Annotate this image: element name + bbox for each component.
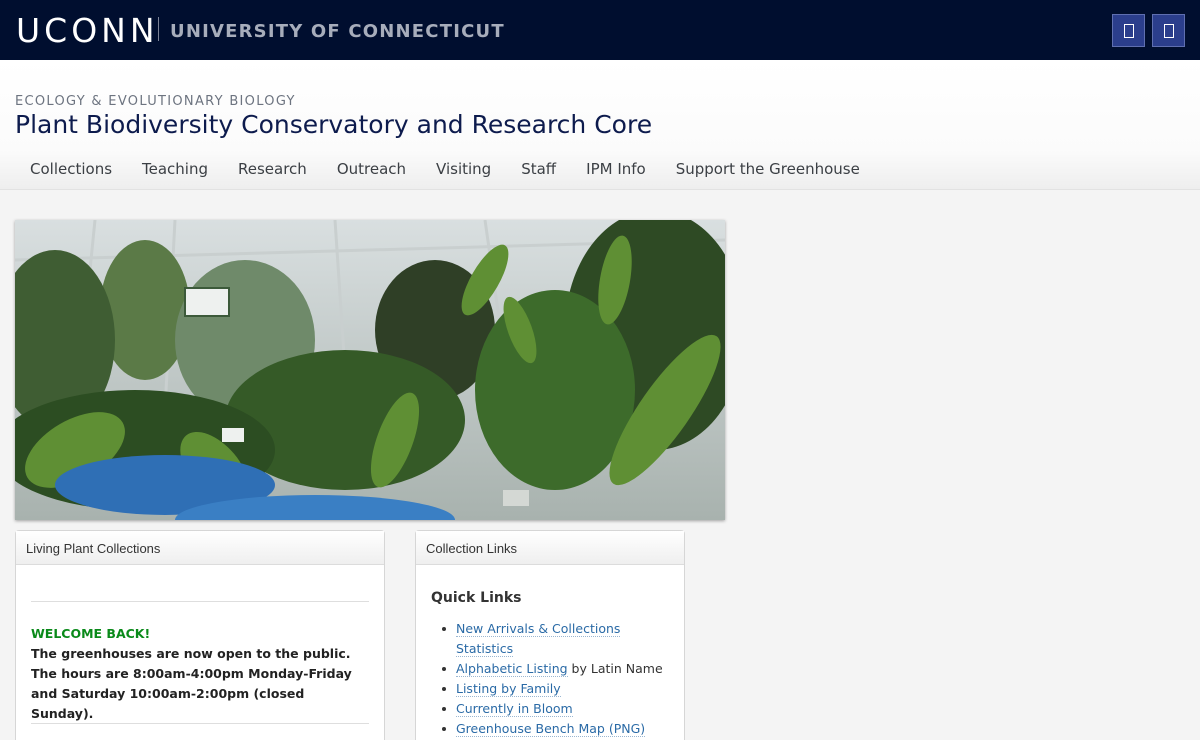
list-item: Greenhouse Bench Map (PNG) xyxy=(440,719,680,739)
quick-links-list: New Arrivals & Collections Statistics Al… xyxy=(440,619,680,739)
link-suffix: by Latin Name xyxy=(567,661,663,676)
search-icon xyxy=(1123,23,1134,38)
greenhouse-photo xyxy=(15,220,725,520)
site-title[interactable]: Plant Biodiversity Conservatory and Rese… xyxy=(15,110,652,139)
menu-icon xyxy=(1163,23,1174,38)
top-bar: UCONN UNIVERSITY OF CONNECTICUT xyxy=(0,0,1200,60)
university-name[interactable]: UNIVERSITY OF CONNECTICUT xyxy=(170,21,505,42)
main-nav: Collections Teaching Research Outreach V… xyxy=(15,158,875,180)
nav-support-greenhouse[interactable]: Support the Greenhouse xyxy=(661,158,875,180)
quick-links-title: Quick Links xyxy=(431,590,522,606)
link-listing-by-family[interactable]: Listing by Family xyxy=(456,681,561,697)
brand-divider xyxy=(158,17,159,41)
divider xyxy=(31,601,369,602)
nav-outreach[interactable]: Outreach xyxy=(322,158,421,180)
nav-ipm-info[interactable]: IPM Info xyxy=(571,158,661,180)
list-item: Alphabetic Listing by Latin Name xyxy=(440,659,680,679)
living-plant-collections-panel: Living Plant Collections WELCOME BACK! T… xyxy=(15,530,385,740)
nav-collections[interactable]: Collections xyxy=(15,158,127,180)
panel-heading: Collection Links xyxy=(416,531,684,565)
department-name[interactable]: ECOLOGY & EVOLUTIONARY BIOLOGY xyxy=(15,94,296,109)
link-alphabetic-listing[interactable]: Alphabetic Listing xyxy=(456,661,568,677)
collection-links-panel: Collection Links Quick Links New Arrival… xyxy=(415,530,685,740)
welcome-heading: WELCOME BACK! xyxy=(31,626,151,641)
search-button[interactable] xyxy=(1112,14,1145,47)
menu-button[interactable] xyxy=(1152,14,1185,47)
uconn-logo[interactable]: UCONN xyxy=(16,11,159,50)
nav-staff[interactable]: Staff xyxy=(506,158,571,180)
list-item: Listing by Family xyxy=(440,679,680,699)
divider xyxy=(31,723,369,724)
site-header: ECOLOGY & EVOLUTIONARY BIOLOGY Plant Bio… xyxy=(0,60,1200,190)
link-bench-map[interactable]: Greenhouse Bench Map (PNG) xyxy=(456,721,646,737)
greenhouse-illustration xyxy=(15,220,725,520)
list-item: New Arrivals & Collections Statistics xyxy=(440,619,680,659)
link-currently-in-bloom[interactable]: Currently in Bloom xyxy=(456,701,573,717)
nav-teaching[interactable]: Teaching xyxy=(127,158,223,180)
list-item: Currently in Bloom xyxy=(440,699,680,719)
welcome-notice: WELCOME BACK! The greenhouses are now op… xyxy=(31,624,371,724)
nav-research[interactable]: Research xyxy=(223,158,322,180)
link-new-arrivals[interactable]: New Arrivals & Collections Statistics xyxy=(456,621,621,657)
nav-visiting[interactable]: Visiting xyxy=(421,158,506,180)
hours-message: The greenhouses are now open to the publ… xyxy=(31,646,352,721)
panel-heading: Living Plant Collections xyxy=(16,531,384,565)
